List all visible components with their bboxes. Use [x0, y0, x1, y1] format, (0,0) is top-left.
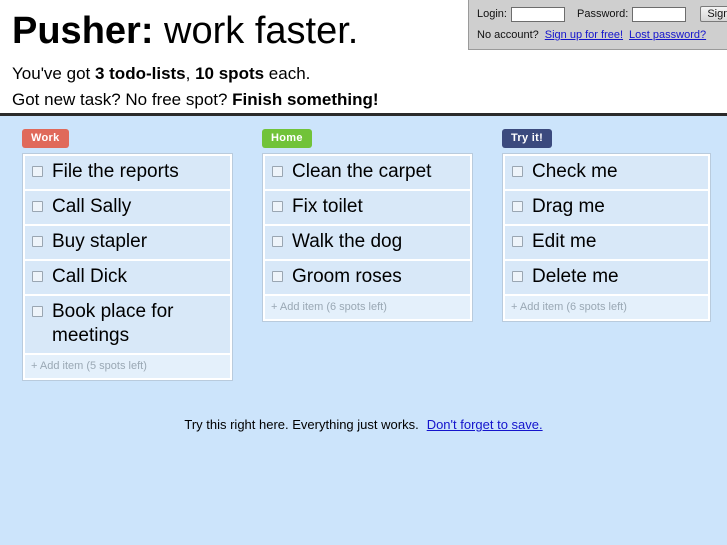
lost-password-link[interactable]: Lost password? — [629, 29, 706, 41]
tagline-line-1: You've got 3 todo-lists, 10 spots each. — [12, 63, 310, 84]
checkbox-icon[interactable] — [32, 201, 43, 212]
todo-item-label: Call Dick — [52, 266, 127, 287]
checkbox-icon[interactable] — [32, 166, 43, 177]
todo-item-label: Groom roses — [292, 266, 402, 287]
list-tag-work[interactable]: Work — [22, 129, 69, 148]
list-box-tryit: Check me Drag me Edit me Delete me + Add… — [502, 153, 711, 322]
brand-tagline: work faster. — [153, 10, 359, 52]
checkbox-icon[interactable] — [32, 236, 43, 247]
add-item-row[interactable]: + Add item (6 spots left) — [265, 296, 470, 319]
sign-in-button[interactable]: Sign In — [700, 6, 727, 22]
brand-name: Pusher: — [12, 10, 154, 52]
tagline1-part-e: each. — [264, 64, 311, 83]
list-box-work: File the reports Call Sally Buy stapler … — [22, 153, 233, 381]
todo-item-label: Walk the dog — [292, 231, 403, 252]
todo-item-label: Fix toilet — [292, 196, 363, 217]
checkbox-icon[interactable] — [512, 271, 523, 282]
login-panel: Login: Password: Sign In No account? Sign… — [468, 0, 727, 50]
finish-something-text: Finish something! — [232, 90, 379, 109]
todo-item[interactable]: Walk the dog — [265, 226, 470, 259]
todo-item[interactable]: File the reports — [25, 156, 230, 189]
todo-item-label: Book place for meetings — [52, 301, 174, 346]
checkbox-icon[interactable] — [512, 201, 523, 212]
todo-item[interactable]: Groom roses — [265, 261, 470, 294]
todo-item-label: File the reports — [52, 161, 179, 182]
add-item-row[interactable]: + Add item (6 spots left) — [505, 296, 708, 319]
todo-item[interactable]: Book place for meetings — [25, 296, 230, 353]
login-label: Login: — [477, 8, 507, 20]
footer-note: Try this right here. Everything just wor… — [0, 417, 727, 432]
list-tag-tryit[interactable]: Try it! — [502, 129, 553, 148]
tagline-line-2: Got new task? No free spot? Finish somet… — [12, 89, 379, 110]
login-input[interactable] — [510, 6, 565, 22]
todo-item[interactable]: Clean the carpet — [265, 156, 470, 189]
list-box-home: Clean the carpet Fix toilet Walk the dog… — [262, 153, 473, 322]
checkbox-icon[interactable] — [272, 236, 283, 247]
login-help-row: No account? Sign up for free! Lost passwor… — [477, 29, 706, 41]
todo-item[interactable]: Edit me — [505, 226, 708, 259]
tagline1-part-a: You've got — [12, 64, 95, 83]
sign-up-link[interactable]: Sign up for free! — [545, 29, 623, 41]
tagline1-part-c: , — [185, 64, 196, 83]
checkbox-icon[interactable] — [272, 166, 283, 177]
page-header: Pusher: work faster. You've got 3 todo-l… — [0, 0, 727, 116]
add-item-row[interactable]: + Add item (5 spots left) — [25, 355, 230, 378]
todo-item-label: Drag me — [532, 196, 605, 217]
checkbox-icon[interactable] — [272, 271, 283, 282]
password-input[interactable] — [632, 6, 687, 22]
todo-item-label: Edit me — [532, 231, 597, 252]
todo-item-label: Call Sally — [52, 196, 132, 217]
checkbox-icon[interactable] — [32, 271, 43, 282]
no-account-label: No account? — [477, 29, 539, 41]
todo-item-label: Delete me — [532, 266, 619, 287]
login-form-row: Login: Password: Sign In — [477, 6, 727, 22]
list-tag-home[interactable]: Home — [262, 129, 312, 148]
todo-item[interactable]: Call Dick — [25, 261, 230, 294]
todo-item[interactable]: Check me — [505, 156, 708, 189]
save-reminder-link[interactable]: Don't forget to save. — [427, 417, 543, 432]
todo-lists-count: 3 todo-lists — [94, 64, 186, 83]
checkbox-icon[interactable] — [32, 306, 43, 317]
todo-list-tryit: Try it! Check me Drag me Edit me Delete … — [502, 128, 711, 322]
todo-item[interactable]: Buy stapler — [25, 226, 230, 259]
checkbox-icon[interactable] — [512, 236, 523, 247]
todo-item-label: Clean the carpet — [292, 161, 432, 182]
todo-item-label: Buy stapler — [52, 231, 148, 252]
todo-list-home: Home Clean the carpet Fix toilet Walk th… — [262, 128, 473, 322]
footer-text: Try this right here. Everything just wor… — [184, 417, 419, 432]
checkbox-icon[interactable] — [272, 201, 283, 212]
spots-count: 10 spots — [195, 64, 265, 83]
todo-item[interactable]: Fix toilet — [265, 191, 470, 224]
password-label: Password: — [576, 8, 629, 20]
todo-list-work: Work File the reports Call Sally Buy sta… — [22, 128, 233, 381]
tagline2-part-a: Got new task? No free spot? — [12, 90, 233, 109]
checkbox-icon[interactable] — [512, 166, 523, 177]
todo-item[interactable]: Drag me — [505, 191, 708, 224]
todo-item-label: Check me — [532, 161, 618, 182]
todo-item[interactable]: Call Sally — [25, 191, 230, 224]
page-title: Pusher: work faster. — [12, 8, 358, 54]
todo-item[interactable]: Delete me — [505, 261, 708, 294]
